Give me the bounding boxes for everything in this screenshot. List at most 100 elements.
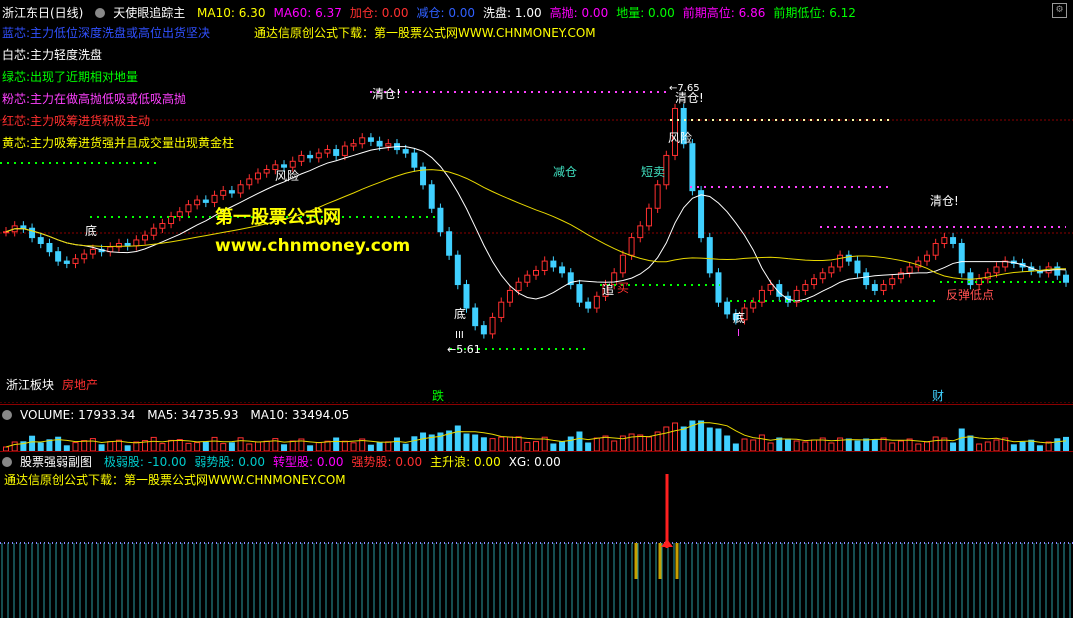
candle-body [637,225,644,239]
candle-body [202,199,209,203]
legend-red: 红芯:主力吸筹进货积极主动 [2,114,151,128]
legend-white: 白芯:主力轻度洗盘 [2,48,103,62]
indicator-toggle-icon[interactable] [95,8,106,18]
strength-toggle-icon[interactable] [2,457,12,467]
volume-bar [593,437,600,452]
candle-body [133,239,140,247]
volume-bar [498,436,505,452]
stock-title[interactable]: 浙江东日(日线) [2,6,83,20]
legend-blue: 蓝芯:主力低位深度洗盘或高位出货坚决 [2,26,211,40]
sector-mid-label: 跌 [432,389,445,403]
candle-body [289,160,296,168]
volume-bar [324,440,331,452]
volume-bar [11,441,18,452]
volume-bar [889,442,896,452]
candle-body [489,316,496,335]
volume-bar [932,436,939,452]
sector-board[interactable]: 浙江板块 [6,378,54,392]
candle-body [376,140,383,147]
volume-bar [533,441,539,452]
volume-bar [524,441,531,452]
header-item-0: MA10: 6.30 [197,6,266,20]
main-chart-panel[interactable]: 浙江东日(日线) 天使眼追踪主 MA10: 6.30 MA60: 6.37 加仓: … [0,0,1073,403]
indicator-name[interactable]: 天使眼追踪主 [113,6,185,20]
candle-body [750,301,757,309]
volume-bar [567,436,574,452]
volume-bar [1054,438,1061,452]
candle-body [211,194,218,203]
volume-bar [385,441,392,452]
annotation-zhui: 追 [602,283,615,297]
candle-body [3,231,9,234]
volume-bar [289,440,296,452]
volume-bar [176,439,183,452]
volume-bar [454,425,461,452]
strength-panel[interactable]: 股票强弱副图 极弱股: -10.00 弱势股: 0.00 转型股: 0.00 强势股:… [0,451,1073,618]
candle-body [168,215,175,225]
volume-bar [168,439,175,452]
legend-green: 绿芯:出现了近期相对地量 [2,70,139,84]
candle-body [428,184,435,209]
volume-bar [393,437,400,452]
candle-body [385,143,392,147]
volume-bar [585,442,592,452]
strength-item-1: 弱势股: 0.00 [194,455,265,469]
candle-body [802,284,809,291]
volume-bar [950,442,957,452]
candle-body [150,227,157,236]
candle-body [37,237,44,244]
candle-body [463,284,470,309]
candle-body [559,266,566,274]
candle-body [254,172,261,180]
volume-bar [776,437,783,452]
volume-bar [758,434,765,452]
volume-bar [698,420,705,452]
candle-body [324,149,331,154]
volume-header: VOLUME: 17933.34 MA5: 34735.93 MA10: 334… [2,408,357,422]
header-item-1: MA60: 6.37 [273,6,342,20]
candle-body [298,154,305,162]
candle-body [446,231,453,256]
volume-bar [194,442,201,452]
candle-body [758,289,765,303]
annotation-di-2: 底 [454,307,467,321]
volume-bar [767,442,774,452]
promo-line-sub: 通达信原创公式下载：第一股票公式网WWW.CHNMONEY.COM [4,473,346,487]
volume-bar [150,436,157,452]
volume-panel[interactable]: VOLUME: 17933.34 MA5: 34735.93 MA10: 334… [0,404,1073,452]
candle-body [593,295,600,309]
candle-body [55,251,62,262]
volume-bar [515,436,522,452]
strength-yellow-bar [658,543,662,579]
settings-icon[interactable]: ⚙ [1052,3,1067,18]
candle-body [315,152,322,159]
annotation-duanmai: 短卖 [641,165,666,179]
candle-body [402,149,409,154]
volume-bar [472,434,479,452]
volume-bar [480,437,487,452]
candle-body [29,227,36,239]
candle-body [906,266,913,274]
strength-item-4: 主升浪: 0.00 [430,455,501,469]
volume-bar [341,440,348,452]
annotation-high-price: ←7.65 [669,83,700,94]
candle-body [880,284,887,291]
volume-bar [871,439,878,452]
volume-bar [81,440,88,452]
volume-bar [976,443,983,452]
candle-body [654,184,661,209]
volume-toggle-icon[interactable] [2,410,12,420]
volume-bar [724,435,731,452]
candle-body [941,237,948,244]
volume-bar [107,441,114,452]
volume-bar [376,442,383,452]
candle-body [20,225,27,229]
volume-bar [1019,441,1026,452]
candle-body [454,254,461,286]
candle-body [976,278,983,286]
candle-body [889,278,896,286]
candlestick-chart [0,91,1073,403]
volume-bar [185,442,192,452]
annotation-qingcang-3: 清仓! [930,194,959,208]
candle-body [246,178,253,186]
